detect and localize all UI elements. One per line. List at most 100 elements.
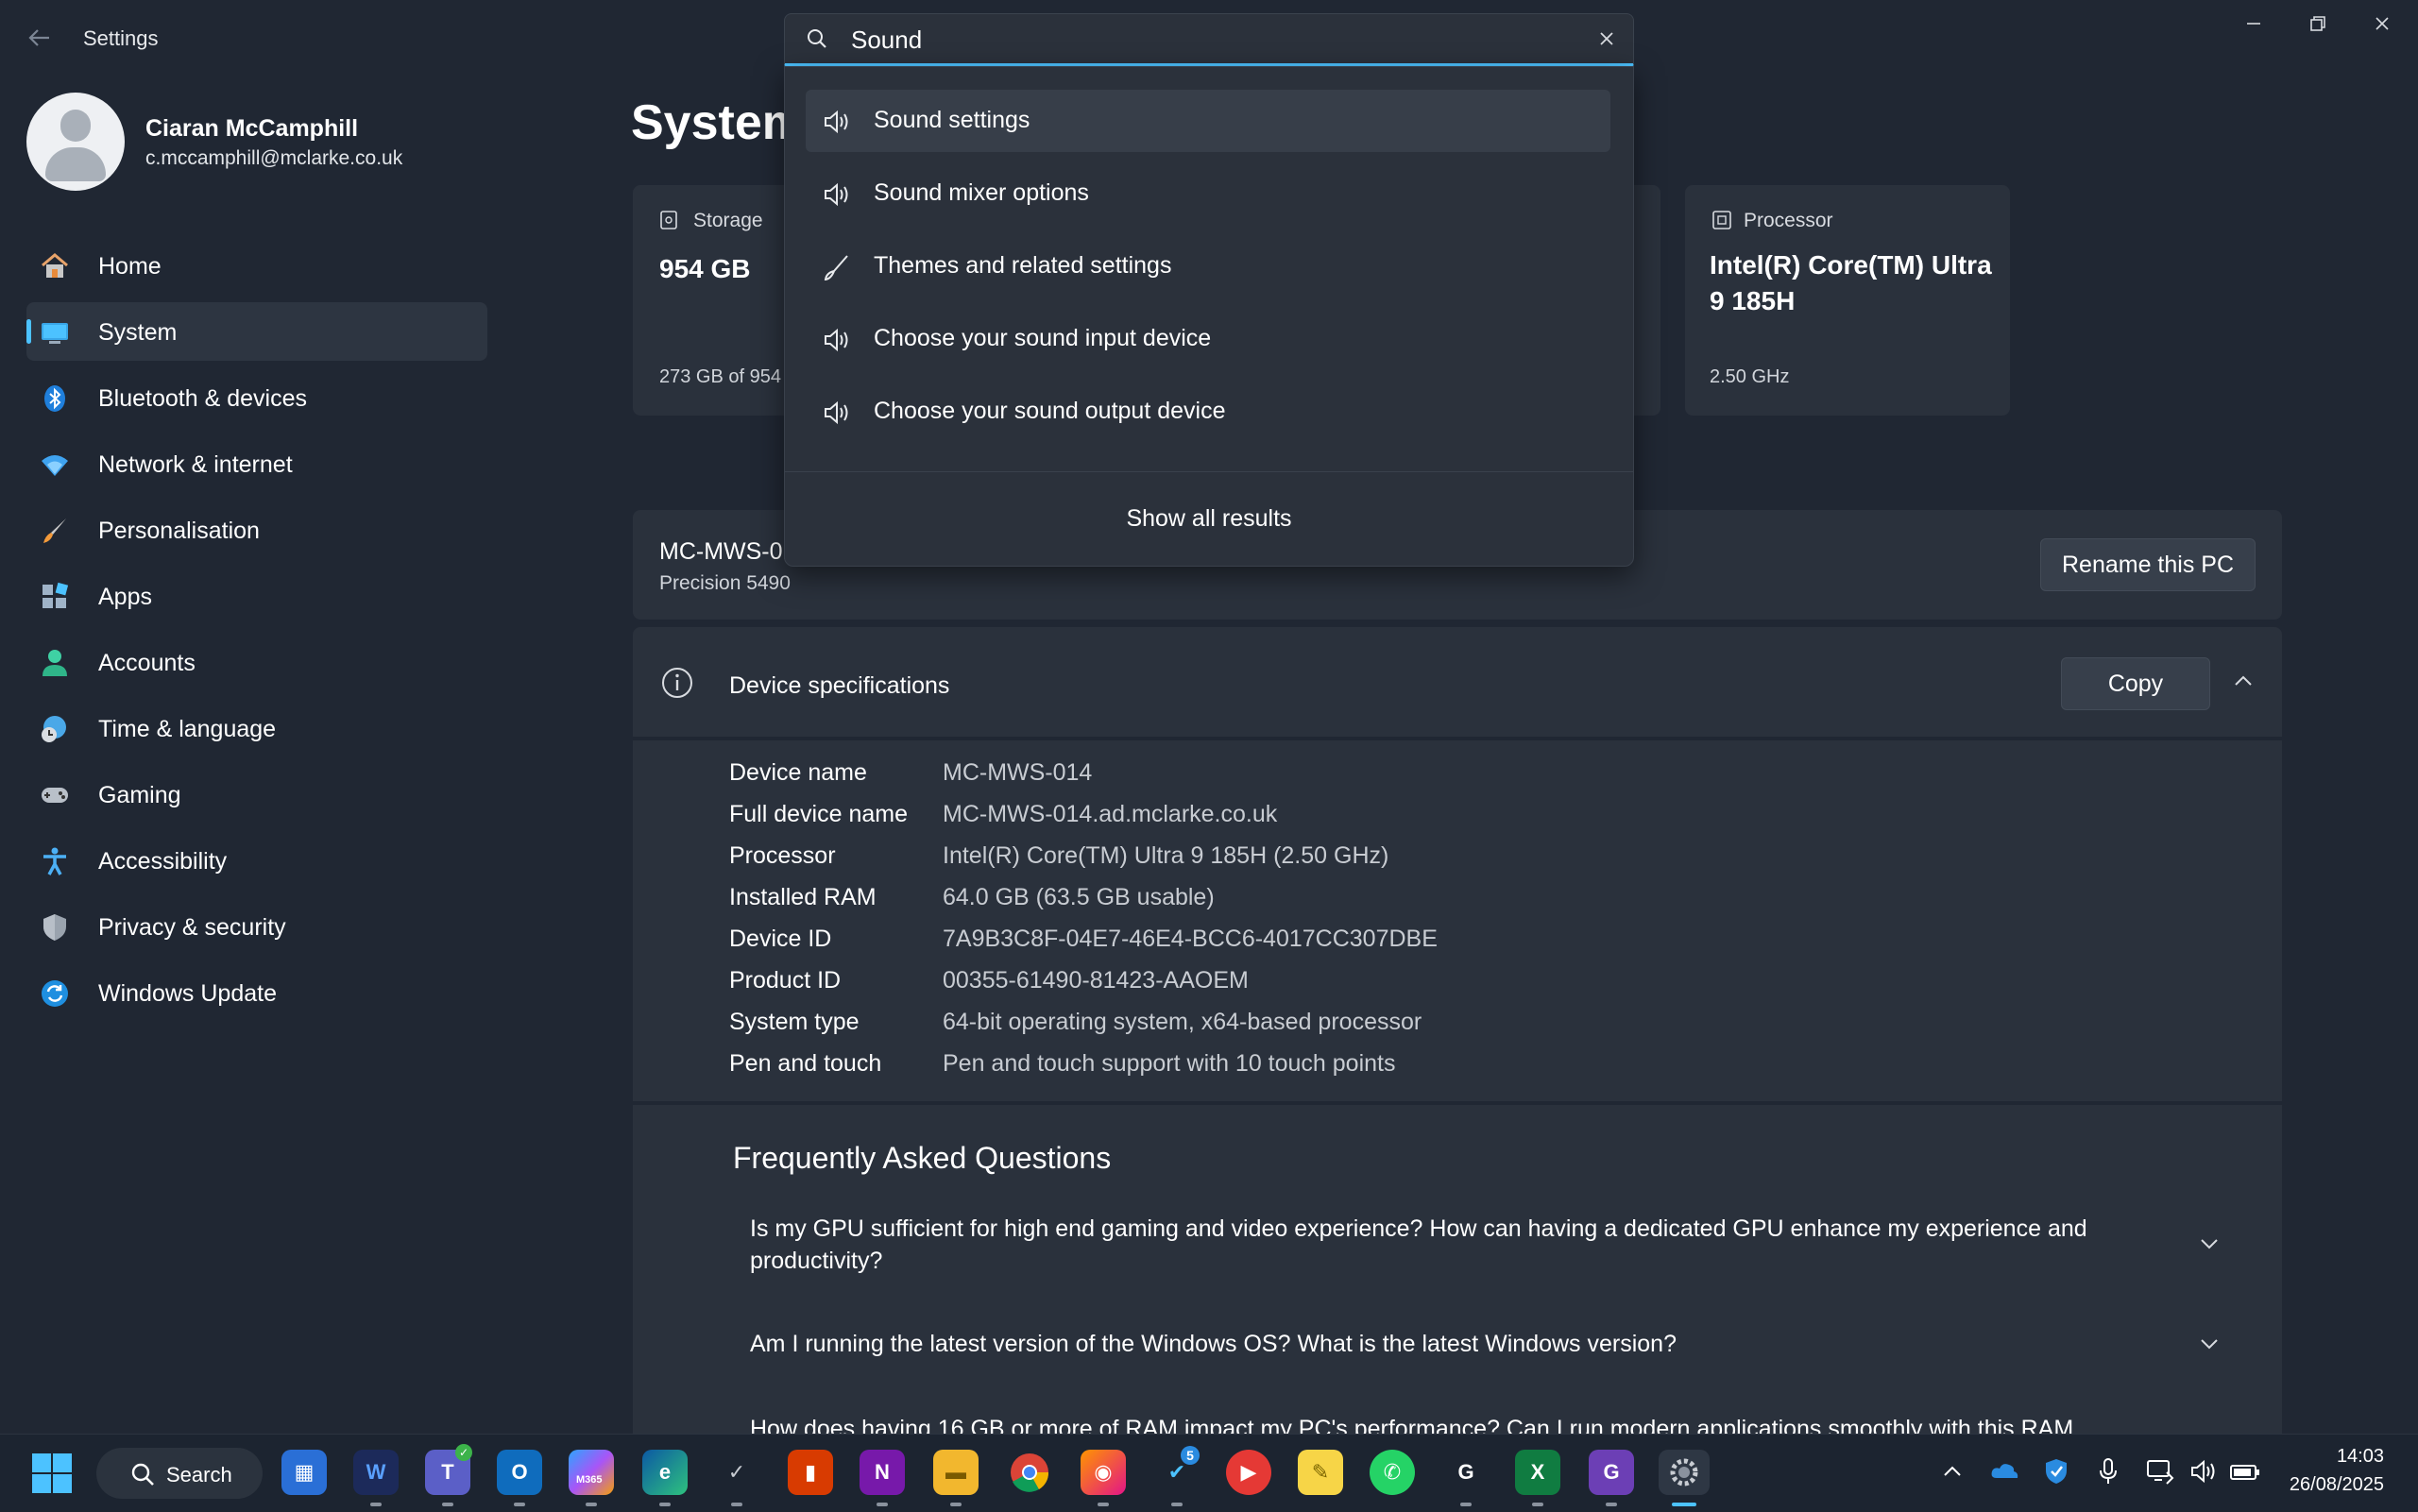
system-icon <box>40 317 70 348</box>
clock-date[interactable]: 26/08/2025 <box>2257 1474 2384 1496</box>
storage-label: Storage <box>693 210 763 231</box>
onenote-app-icon[interactable]: N <box>860 1450 905 1506</box>
checklist-app-icon[interactable]: ✓ <box>714 1450 759 1506</box>
office-app-icon[interactable]: ▮ <box>788 1450 833 1495</box>
search-icon <box>130 1462 155 1491</box>
file-explorer-icon[interactable]: ▬ <box>933 1450 979 1506</box>
search-input[interactable]: Sound <box>851 25 922 55</box>
spec-value: 64.0 GB (63.5 GB usable) <box>943 884 1215 910</box>
clock-time[interactable]: 14:03 <box>2267 1446 2384 1468</box>
user-name: Ciaran McCamphill <box>145 115 359 142</box>
active-indicator <box>26 319 31 344</box>
search-box[interactable]: Sound <box>784 13 1634 66</box>
processor-label: Processor <box>1744 210 1833 231</box>
search-results-flyout: Sound settings Sound mixer options Theme… <box>784 66 1634 567</box>
chevron-up-icon[interactable] <box>1940 1459 1965 1488</box>
status-check-icon: ✓ <box>455 1444 472 1461</box>
back-arrow-icon[interactable] <box>26 25 53 51</box>
tasks-app-icon[interactable]: ✔ 5 <box>1154 1446 1200 1506</box>
teams-app-icon[interactable]: T ✓ <box>425 1444 472 1506</box>
outlook-app-icon[interactable]: O <box>497 1450 542 1506</box>
rename-pc-button[interactable]: Rename this PC <box>2040 538 2256 591</box>
firefox-app-icon[interactable]: ◉ <box>1081 1450 1126 1506</box>
sidebar-item-apps[interactable]: Apps <box>26 567 487 625</box>
apps-icon <box>40 582 70 612</box>
sidebar-item-network[interactable]: Network & internet <box>26 434 487 493</box>
sidebar-item-label: Accounts <box>98 650 196 676</box>
sidebar-item-accessibility[interactable]: Accessibility <box>26 831 487 890</box>
sidebar-item-label: Time & language <box>98 716 277 742</box>
spec-label: Processor <box>729 842 836 869</box>
show-all-results-button[interactable]: Show all results <box>785 505 1633 533</box>
g-app-icon[interactable]: G <box>1443 1450 1489 1506</box>
spec-value: Intel(R) Core(TM) Ultra 9 185H (2.50 GHz… <box>943 842 1389 869</box>
close-button[interactable] <box>2354 9 2410 43</box>
page-title: System <box>631 95 806 150</box>
defender-icon[interactable] <box>2044 1457 2069 1490</box>
store-app-icon[interactable]: ▦ <box>281 1450 327 1495</box>
speaker-icon <box>823 109 851 135</box>
webex-app-icon[interactable]: W <box>353 1450 399 1506</box>
taskbar-search-label: Search <box>166 1463 232 1487</box>
spec-value: MC-MWS-014.ad.mclarke.co.uk <box>943 801 1278 827</box>
result-label: Choose your sound output device <box>874 398 1226 424</box>
faq-question[interactable]: How does having 16 GB or more of RAM imp… <box>750 1413 2167 1434</box>
spec-label: Device name <box>729 759 867 786</box>
settings-app-icon[interactable] <box>1659 1450 1710 1506</box>
battery-icon[interactable] <box>2229 1457 2261 1490</box>
whatsapp-app-icon[interactable]: ✆ <box>1370 1450 1415 1495</box>
sidebar-item-system[interactable]: System <box>26 302 487 361</box>
taskbar: Search ▦ W T ✓ O M365 e ✓ ▮ N ▬ ◉ ✔ 5 ▶ … <box>0 1434 2418 1512</box>
faq-question[interactable]: Is my GPU sufficient for high end gaming… <box>750 1213 2167 1277</box>
excel-app-icon[interactable]: X <box>1515 1450 1560 1506</box>
clear-search-icon[interactable] <box>1597 29 1616 53</box>
microphone-icon[interactable] <box>2097 1457 2120 1490</box>
chevron-down-icon[interactable] <box>2197 1332 2222 1363</box>
spec-value: 7A9B3C8F-04E7-46E4-BCC6-4017CC307DBE <box>943 926 1438 952</box>
spec-value: Pen and touch support with 10 touch poin… <box>943 1050 1396 1077</box>
sticky-notes-icon[interactable]: ✎ <box>1298 1450 1343 1495</box>
m365-app-icon[interactable]: M365 <box>569 1450 614 1506</box>
sidebar-item-accounts[interactable]: Accounts <box>26 633 487 691</box>
onedrive-icon[interactable] <box>1989 1459 2019 1487</box>
wifi-icon <box>40 450 70 480</box>
search-result-item[interactable]: Sound settings <box>806 90 1610 152</box>
volume-icon[interactable] <box>2189 1457 2218 1490</box>
sidebar-item-home[interactable]: Home <box>26 236 487 295</box>
info-icon <box>661 667 693 704</box>
sidebar-item-time-language[interactable]: Time & language <box>26 699 487 757</box>
processor-card[interactable]: Processor Intel(R) Core(TM) Ultra 9 185H… <box>1685 185 2010 416</box>
avatar[interactable] <box>26 93 125 191</box>
sidebar-item-personalisation[interactable]: Personalisation <box>26 501 487 559</box>
network-icon[interactable] <box>2146 1457 2174 1490</box>
chrome-app-icon[interactable] <box>1007 1450 1052 1495</box>
sidebar-item-label: Home <box>98 253 162 280</box>
app-title: Settings <box>83 26 159 50</box>
sidebar-item-windows-update[interactable]: Windows Update <box>26 963 487 1022</box>
chevron-down-icon[interactable] <box>2197 1232 2222 1263</box>
edge-app-icon[interactable]: e <box>642 1450 688 1506</box>
search-result-item[interactable]: Sound mixer options <box>806 162 1610 225</box>
taskbar-search[interactable]: Search <box>96 1448 263 1499</box>
device-specs-header[interactable]: Device specifications Copy <box>633 627 2282 737</box>
sidebar-item-label: Personalisation <box>98 518 260 544</box>
start-button[interactable] <box>30 1452 74 1500</box>
search-result-item[interactable]: Choose your sound output device <box>806 381 1610 443</box>
sidebar-item-label: Network & internet <box>98 451 293 478</box>
device-specs-title: Device specifications <box>729 672 950 699</box>
grammarly-app-icon[interactable]: G <box>1589 1450 1634 1506</box>
storage-usage: 273 GB of 954 <box>659 366 781 387</box>
search-result-item[interactable]: Choose your sound input device <box>806 308 1610 370</box>
sidebar-item-privacy[interactable]: Privacy & security <box>26 897 487 956</box>
spec-label: Pen and touch <box>729 1050 882 1077</box>
sidebar-item-gaming[interactable]: Gaming <box>26 765 487 824</box>
media-player-icon[interactable]: ▶ <box>1226 1450 1271 1495</box>
restore-button[interactable] <box>2290 9 2346 43</box>
speaker-icon <box>823 181 851 208</box>
sidebar-item-bluetooth[interactable]: Bluetooth & devices <box>26 368 487 427</box>
chevron-up-icon[interactable] <box>2231 669 2256 700</box>
faq-question[interactable]: Am I running the latest version of the W… <box>750 1328 2167 1360</box>
minimize-button[interactable] <box>2225 9 2282 43</box>
copy-button[interactable]: Copy <box>2061 657 2210 710</box>
search-result-item[interactable]: Themes and related settings <box>806 235 1610 297</box>
